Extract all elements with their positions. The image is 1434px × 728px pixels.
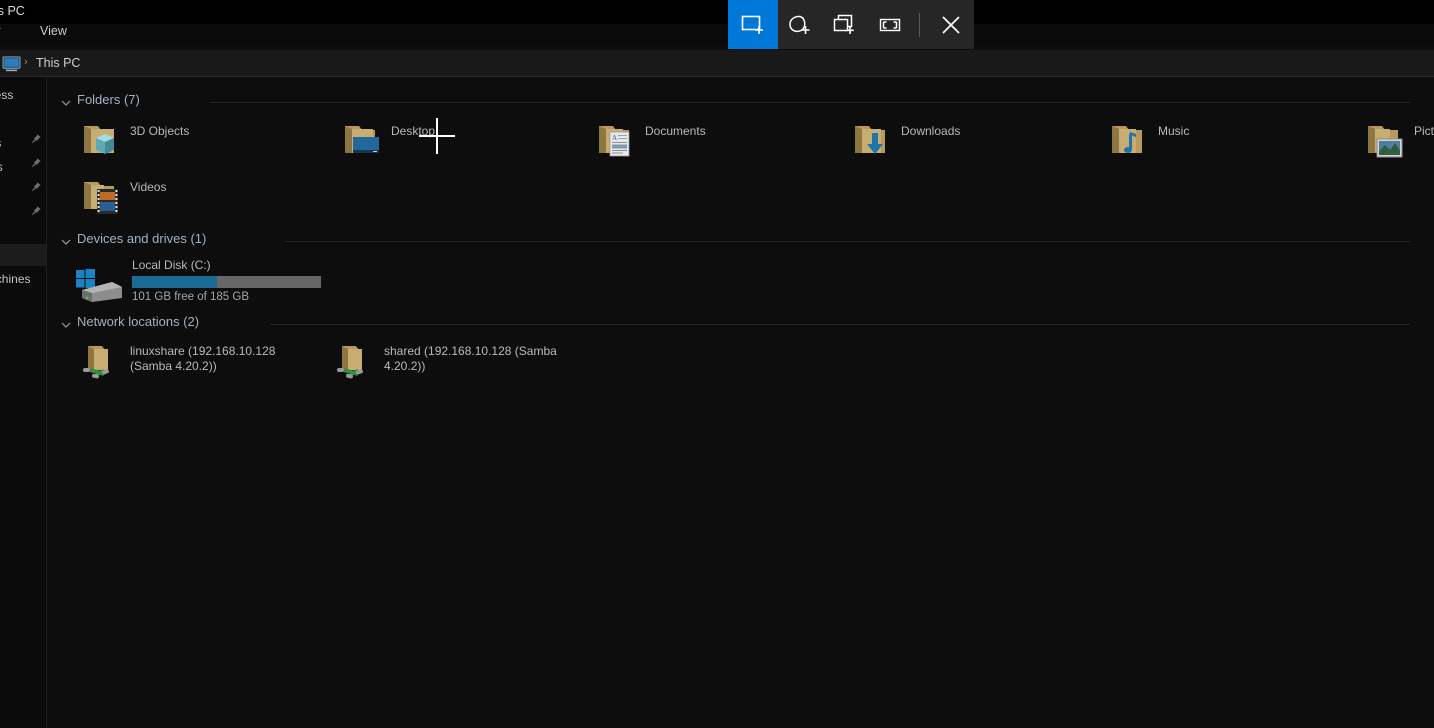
group-title: Devices and drives (1)	[77, 231, 207, 246]
tile-label: Pictures	[1414, 124, 1434, 138]
pin-icon[interactable]	[30, 133, 42, 145]
address-bar[interactable]: › This PC	[0, 50, 1434, 77]
breadcrumb[interactable]: This PC	[36, 56, 80, 70]
tile-label: 3D Objects	[130, 124, 190, 138]
group-header-folders[interactable]: Folders (7)	[60, 92, 1420, 112]
freeform-snip-button[interactable]	[778, 0, 823, 49]
file-explorer-window: his PC ter View › This PC Quick access D…	[0, 0, 1434, 728]
ribbon-tab-view[interactable]: View	[40, 24, 67, 38]
breadcrumb-separator-icon: ›	[24, 56, 28, 68]
folder-tile-pictures[interactable]: Pictures	[1344, 116, 1434, 168]
nav-item-virtual-machines[interactable]: Virtual Machines	[0, 268, 46, 290]
group-header-network[interactable]: Network locations (2)	[60, 314, 1420, 334]
this-pc-icon	[2, 56, 21, 72]
drive-name: Local Disk (C:)	[132, 258, 211, 272]
group-title: Folders (7)	[77, 92, 140, 107]
rectangular-snip-icon	[741, 15, 763, 34]
chevron-down-icon[interactable]	[60, 236, 72, 248]
tile-label: Desktop	[391, 124, 436, 138]
folder-documents-icon: A	[599, 126, 630, 157]
toolbar-divider	[919, 12, 920, 37]
group-title: Network locations (2)	[77, 314, 200, 329]
folder-videos-icon	[84, 182, 118, 214]
screen: his PC ter View › This PC Quick access D…	[0, 0, 1434, 728]
tile-label: linuxshare (192.168.10.128 (Samba 4.20.2…	[130, 344, 276, 373]
folder-downloads-icon	[855, 126, 885, 154]
nav-item-this-pc[interactable]: This PC	[0, 244, 46, 266]
folder-pictures-icon	[1368, 126, 1403, 158]
close-button[interactable]	[929, 0, 974, 49]
network-share-icon	[83, 346, 109, 379]
close-icon	[942, 15, 961, 34]
network-tile-shared[interactable]: shared (192.168.10.128 (Samba 4.20.2))	[314, 340, 564, 400]
svg-text:A: A	[612, 134, 617, 142]
group-divider	[270, 324, 1410, 325]
folder-tile-desktop[interactable]: Desktop	[321, 116, 571, 168]
chevron-down-icon[interactable]	[60, 319, 72, 331]
tile-label: Documents	[645, 124, 706, 138]
tile-label: Downloads	[901, 124, 961, 138]
group-header-devices[interactable]: Devices and drives (1)	[60, 231, 1420, 251]
folder-tile-3d-objects[interactable]: 3D Objects	[60, 116, 310, 168]
window-snip-icon	[834, 14, 855, 34]
nav-item-quick-access[interactable]: Quick access	[0, 84, 46, 106]
navigation-pane[interactable]: Quick access Desktop Downloads Documents…	[0, 78, 47, 728]
content-pane: Folders (7) 3D Objects Desktop A Documen…	[48, 78, 1434, 728]
folder-music-icon	[1112, 126, 1142, 153]
folder-desktop-icon	[345, 126, 379, 153]
group-divider	[285, 241, 1410, 242]
freeform-snip-icon	[789, 15, 810, 34]
network-tile-linuxshare[interactable]: linuxshare (192.168.10.128 (Samba 4.20.2…	[60, 340, 310, 400]
snip-toolbar[interactable]	[728, 0, 974, 49]
drive-free-space-text: 101 GB free of 185 GB	[132, 291, 249, 303]
fullscreen-snip-button[interactable]	[868, 0, 913, 49]
folder-tile-music[interactable]: Music	[1088, 116, 1338, 168]
ribbon-tab-computer[interactable]: ter	[0, 24, 1, 38]
pin-icon[interactable]	[30, 157, 42, 169]
fullscreen-snip-icon	[880, 18, 901, 31]
tile-label: shared (192.168.10.128 (Samba 4.20.2))	[384, 344, 557, 373]
group-divider	[210, 102, 1410, 103]
tile-label: Music	[1158, 124, 1190, 138]
nav-item-unknown[interactable]: Unknown	[0, 292, 46, 314]
nav-item-desktop[interactable]: Desktop	[0, 108, 46, 130]
network-share-icon	[337, 346, 363, 379]
folder-tile-videos[interactable]: Videos	[60, 172, 310, 224]
chevron-down-icon[interactable]	[60, 97, 72, 109]
folder-3d-objects-icon	[84, 126, 114, 154]
window-title: his PC	[0, 4, 25, 18]
tile-label: Videos	[130, 180, 167, 194]
folder-tile-documents[interactable]: A Documents	[575, 116, 825, 168]
rectangular-snip-button[interactable]	[728, 0, 778, 49]
ribbon-tab-strip: ter View	[0, 24, 1434, 46]
drive-tile-local-disk[interactable]: Local Disk (C:) 101 GB free of 185 GB	[60, 258, 360, 312]
folder-tile-downloads[interactable]: Downloads	[831, 116, 1081, 168]
pin-icon[interactable]	[30, 205, 42, 217]
pin-icon[interactable]	[30, 181, 42, 193]
drive-capacity-fill	[132, 276, 218, 288]
drive-capacity-bar	[132, 276, 321, 288]
window-snip-button[interactable]	[823, 0, 868, 49]
local-disk-icon	[76, 269, 122, 302]
